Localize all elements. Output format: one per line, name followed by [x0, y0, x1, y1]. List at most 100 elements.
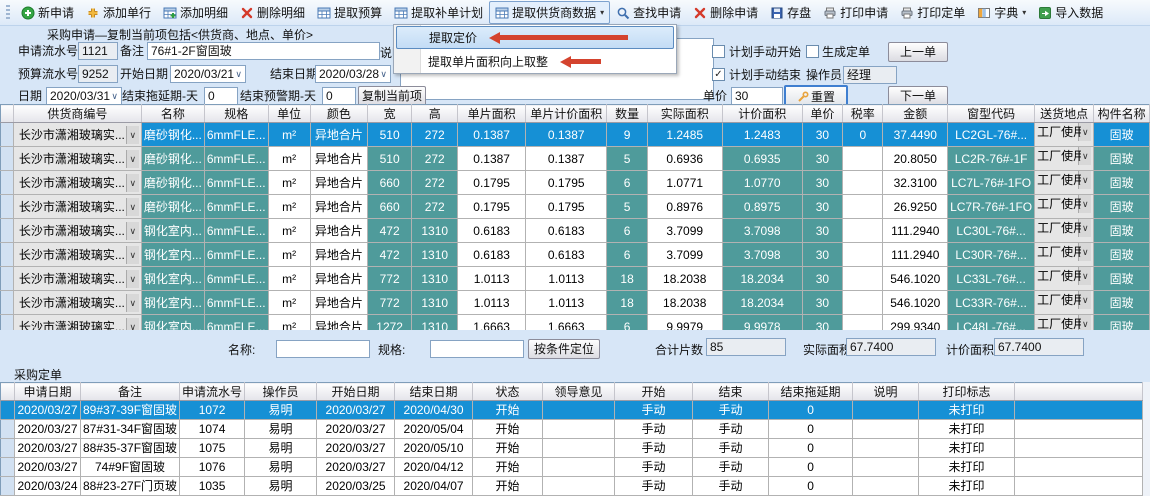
cell[interactable]: ∨长沙市潇湘玻璃实... — [13, 243, 141, 267]
copy-current-button[interactable]: 复制当前项 — [358, 86, 426, 106]
menu-item-extract-area-roundup[interactable]: 提取单片面积向上取整 — [394, 50, 676, 73]
toolbar-button-x-red[interactable]: 删除明细 — [234, 1, 311, 24]
column-header[interactable]: 备注 — [81, 383, 180, 401]
table-row[interactable]: ∨长沙市潇湘玻璃实...磨砂钢化...6mmFLE...m²异地合片510272… — [1, 123, 1150, 147]
end-warning-field[interactable]: 0 — [322, 87, 356, 105]
cell: 0.8975 — [722, 195, 802, 219]
cell[interactable]: ∨长沙市潇湘玻璃实... — [13, 219, 141, 243]
cell[interactable]: ∨长沙市潇湘玻璃实... — [13, 267, 141, 291]
date-select[interactable]: 2020/03/31∨ — [46, 87, 122, 105]
cell[interactable]: ∨工厂使用 — [1035, 219, 1094, 243]
column-header[interactable]: 开始日期 — [317, 383, 395, 401]
toolbar-button-grid-add[interactable]: 添加明细 — [157, 1, 234, 24]
table-row[interactable]: 2020/03/2789#37-39F窗固玻1072易明2020/03/2720… — [1, 401, 1143, 420]
table-row[interactable]: ∨长沙市潇湘玻璃实...磨砂钢化...6mmFLE...m²异地合片510272… — [1, 147, 1150, 171]
toolbar-button-grid-blue[interactable]: 提取供货商数据▾ — [489, 1, 610, 24]
cell[interactable]: ∨长沙市潇湘玻璃实... — [13, 147, 141, 171]
table-row[interactable]: ∨长沙市潇湘玻璃实...磨砂钢化...6mmFLE...m²异地合片660272… — [1, 195, 1150, 219]
table-row[interactable]: ∨长沙市潇湘玻璃实...钢化室内...6mmFLE...m²异地合片772131… — [1, 267, 1150, 291]
toolbar-button-search[interactable]: 查找申请 — [610, 1, 687, 24]
cell[interactable]: ∨工厂使用 — [1035, 147, 1094, 171]
column-header[interactable]: 单片计价面积 — [526, 105, 607, 123]
previous-order-button[interactable]: 上一单 — [888, 42, 948, 62]
cell[interactable]: ∨工厂使用 — [1035, 195, 1094, 219]
column-header[interactable]: 计价面积 — [722, 105, 802, 123]
cell — [843, 195, 883, 219]
table-row[interactable]: 2020/03/2774#9F窗固玻1076易明2020/03/272020/0… — [1, 458, 1143, 477]
column-header[interactable]: 窗型代码 — [948, 105, 1035, 123]
column-header[interactable]: 送货地点 — [1035, 105, 1094, 123]
generate-order-checkbox[interactable] — [806, 45, 819, 58]
column-header[interactable]: 结束 — [693, 383, 769, 401]
end-delay-field[interactable]: 0 — [204, 87, 238, 105]
column-header[interactable]: 单价 — [802, 105, 842, 123]
column-header[interactable]: 构件名称 — [1094, 105, 1150, 123]
budget-field[interactable]: 9252 — [78, 65, 118, 83]
spec-filter-input[interactable] — [430, 340, 524, 358]
toolbar-button-grid-blue[interactable]: 提取预算 — [311, 1, 388, 24]
next-order-button[interactable]: 下一单 — [888, 86, 948, 106]
cell[interactable]: ∨长沙市潇湘玻璃实... — [13, 123, 141, 147]
table-row[interactable]: 2020/03/2787#31-34F窗固玻1074易明2020/03/2720… — [1, 420, 1143, 439]
column-header[interactable]: 供货商编号 — [13, 105, 141, 123]
column-header[interactable]: 金额 — [883, 105, 948, 123]
end-date-select[interactable]: 2020/03/28∨ — [315, 65, 391, 83]
toolbar-button-plus-gold[interactable]: 添加单行 — [80, 1, 157, 24]
toolbar-button-x-red[interactable]: 删除申请 — [687, 1, 764, 24]
toolbar-button-printer[interactable]: 打印申请 — [817, 1, 894, 24]
table-row[interactable]: 2020/03/2788#35-37F窗固玻1075易明2020/03/2720… — [1, 439, 1143, 458]
operator-field[interactable]: 经理 — [843, 66, 897, 84]
cell[interactable]: ∨工厂使用 — [1035, 171, 1094, 195]
table-row[interactable]: 2020/03/2488#23-27F门页玻1035易明2020/03/2520… — [1, 477, 1143, 496]
column-header[interactable]: 单位 — [268, 105, 310, 123]
remark-field[interactable]: 76#1-2F窗固玻 — [147, 42, 380, 60]
column-header[interactable]: 单片面积 — [458, 105, 526, 123]
toolbar-button-printer[interactable]: 打印定单 — [894, 1, 971, 24]
cell[interactable]: ∨工厂使用 — [1035, 267, 1094, 291]
cell: 5 — [607, 147, 647, 171]
table-row[interactable]: ∨长沙市潇湘玻璃实...磨砂钢化...6mmFLE...m²异地合片660272… — [1, 171, 1150, 195]
cell[interactable]: ∨工厂使用 — [1035, 291, 1094, 315]
menu-item-extract-pricing[interactable]: 提取定价 — [396, 26, 674, 49]
cell[interactable]: ∨工厂使用 — [1035, 123, 1094, 147]
unit-price-field[interactable]: 30 — [731, 87, 783, 105]
locate-by-condition-button[interactable]: 按条件定位 — [528, 339, 600, 359]
table-row[interactable]: ∨长沙市潇湘玻璃实...钢化室内...6mmFLE...m²异地合片472131… — [1, 243, 1150, 267]
column-header[interactable]: 规格 — [204, 105, 268, 123]
column-header[interactable]: 名称 — [141, 105, 204, 123]
column-header[interactable]: 税率 — [843, 105, 883, 123]
toolbar-button-dict[interactable]: 字典▾ — [971, 1, 1032, 24]
serial-field[interactable]: 1121 — [78, 42, 118, 60]
column-header[interactable]: 颜色 — [310, 105, 367, 123]
cell — [843, 147, 883, 171]
column-header[interactable]: 状态 — [473, 383, 543, 401]
toolbar-button-save[interactable]: 存盘 — [764, 1, 817, 24]
cell[interactable]: ∨工厂使用 — [1035, 243, 1094, 267]
column-header[interactable]: 申请流水号 — [180, 383, 245, 401]
column-header[interactable] — [1015, 383, 1143, 401]
column-header[interactable]: 高 — [412, 105, 458, 123]
toolbar-button-import[interactable]: 导入数据 — [1032, 1, 1109, 24]
column-header[interactable]: 申请日期 — [15, 383, 81, 401]
column-header[interactable]: 领导意见 — [543, 383, 615, 401]
name-filter-input[interactable] — [276, 340, 370, 358]
column-header[interactable]: 宽 — [368, 105, 412, 123]
column-header[interactable]: 数量 — [607, 105, 647, 123]
manual-end-checkbox[interactable] — [712, 68, 725, 81]
cell[interactable]: ∨长沙市潇湘玻璃实... — [13, 195, 141, 219]
cell[interactable]: ∨长沙市潇湘玻璃实... — [13, 171, 141, 195]
column-header[interactable]: 打印标志 — [919, 383, 1015, 401]
manual-start-checkbox[interactable] — [712, 45, 725, 58]
column-header[interactable]: 结束日期 — [395, 383, 473, 401]
column-header[interactable]: 操作员 — [245, 383, 317, 401]
column-header[interactable]: 结束拖延期 — [769, 383, 853, 401]
start-date-select[interactable]: 2020/03/21∨ — [170, 65, 246, 83]
toolbar-button-grid-blue[interactable]: 提取补单计划 — [388, 1, 489, 24]
column-header[interactable]: 说明 — [853, 383, 919, 401]
cell[interactable]: ∨长沙市潇湘玻璃实... — [13, 291, 141, 315]
column-header[interactable]: 实际面积 — [647, 105, 722, 123]
table-row[interactable]: ∨长沙市潇湘玻璃实...钢化室内...6mmFLE...m²异地合片772131… — [1, 291, 1150, 315]
column-header[interactable]: 开始 — [615, 383, 693, 401]
toolbar-button-plus-green[interactable]: 新申请 — [15, 1, 80, 24]
table-row[interactable]: ∨长沙市潇湘玻璃实...钢化室内...6mmFLE...m²异地合片472131… — [1, 219, 1150, 243]
